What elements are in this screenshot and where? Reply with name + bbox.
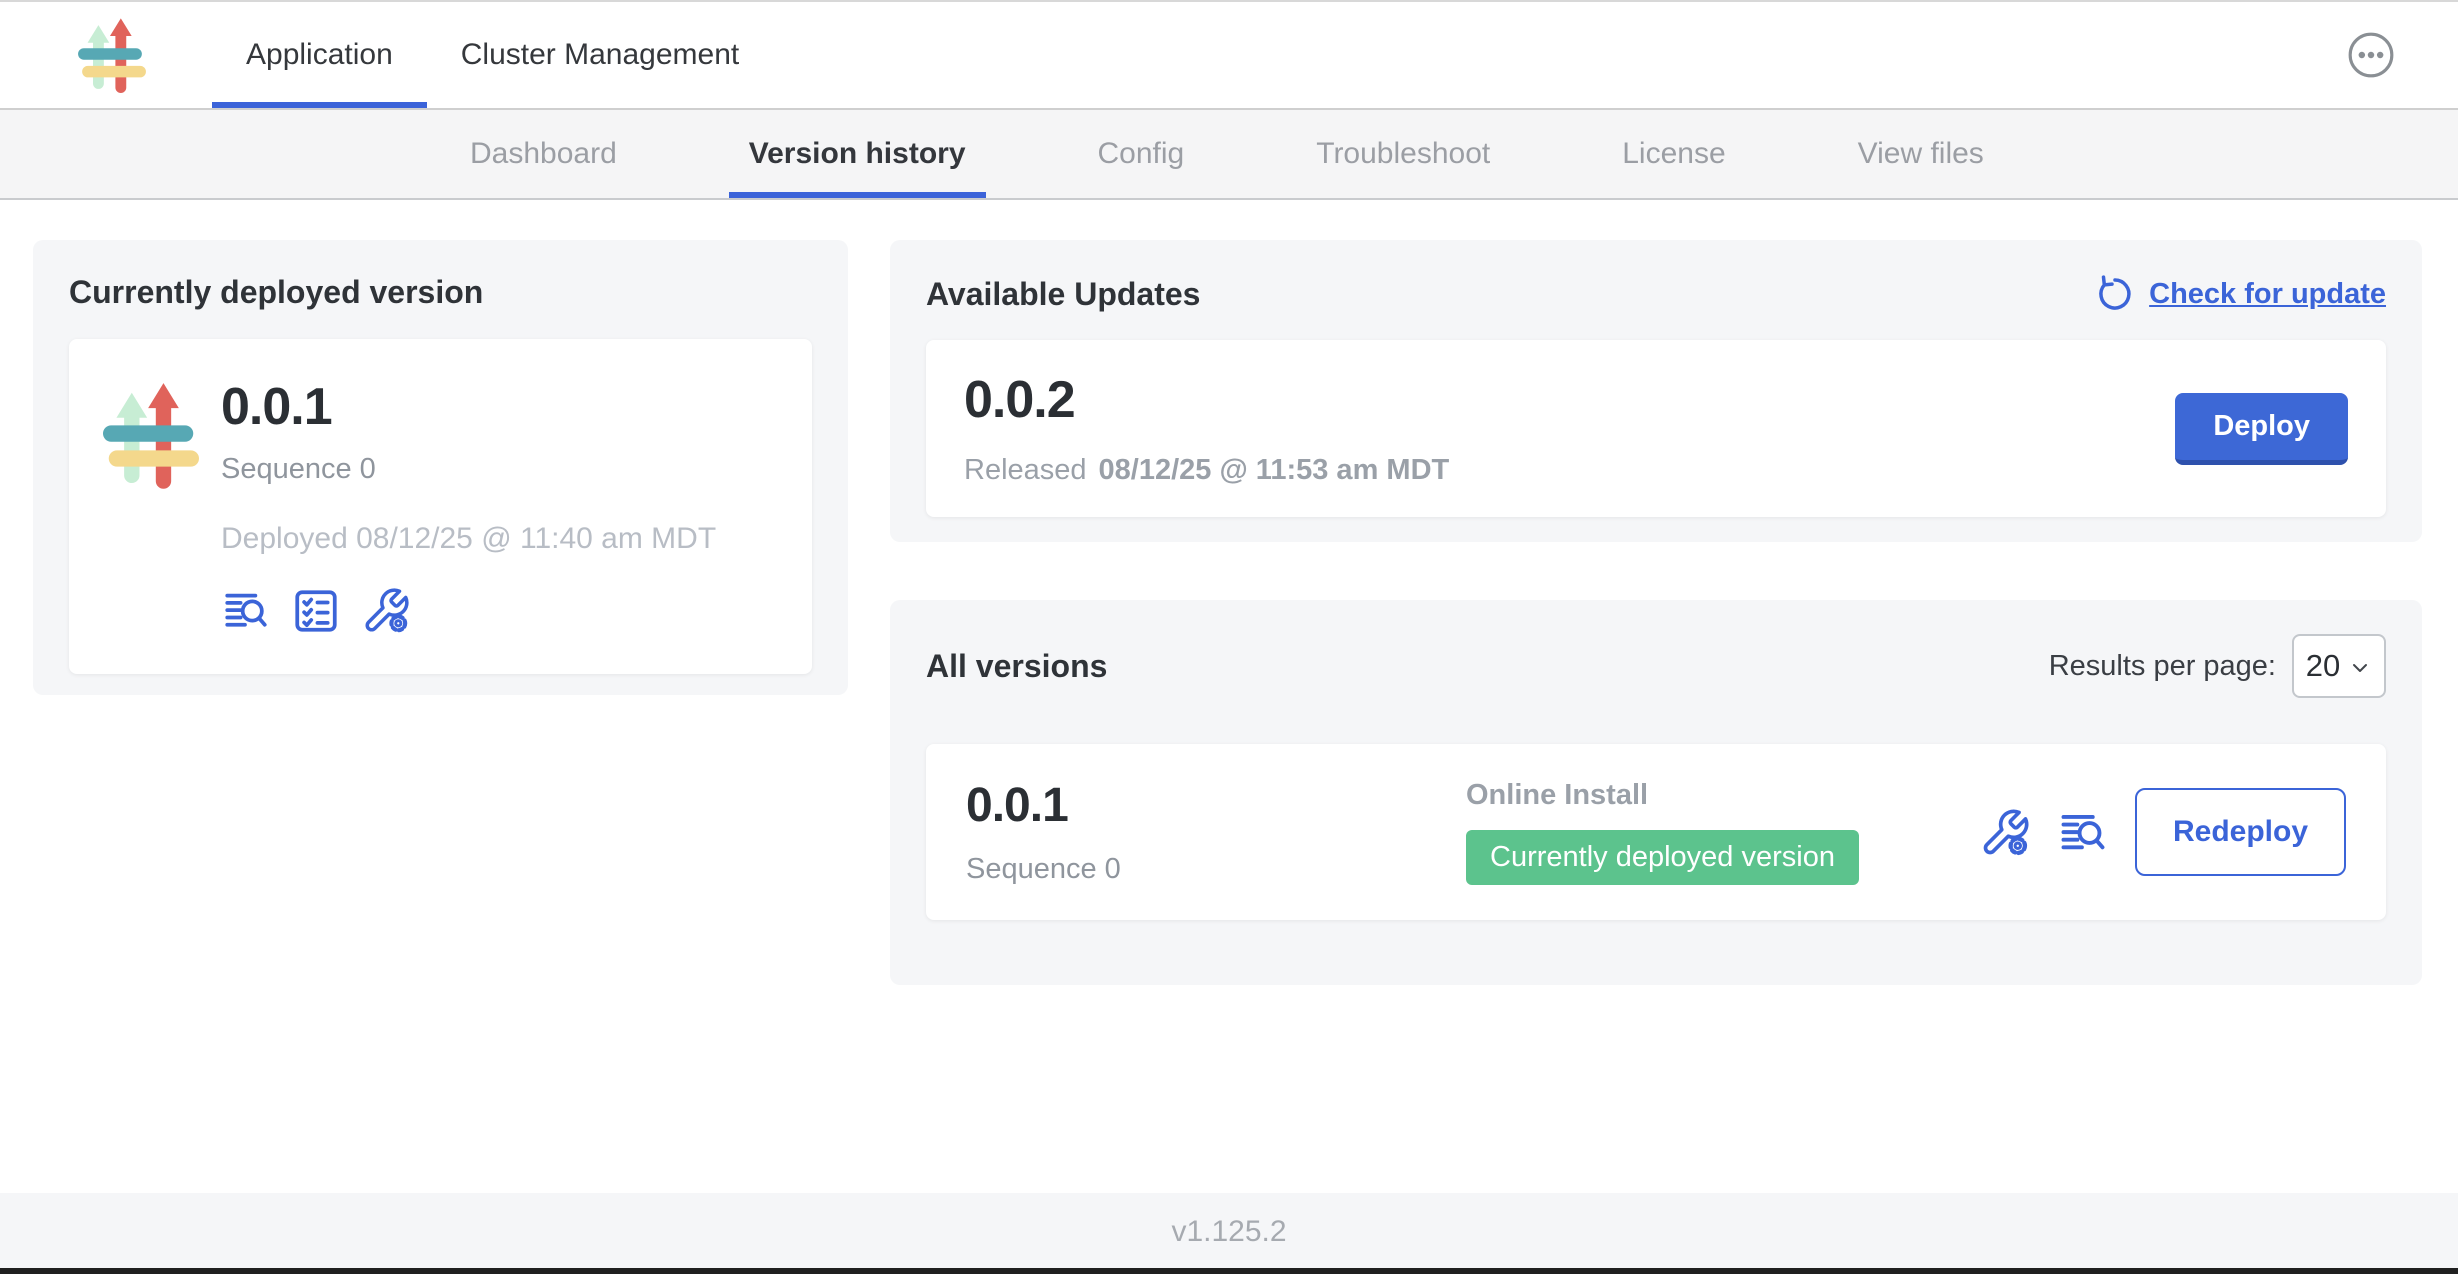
deployed-sequence: Sequence 0 [221, 453, 716, 486]
tab-cluster-management[interactable]: Cluster Management [427, 2, 773, 108]
tab-dashboard-label: Dashboard [470, 137, 617, 171]
tab-view-files-label: View files [1858, 137, 1984, 171]
all-versions-panel: All versions Results per page: 20 [890, 600, 2422, 985]
check-for-update-link[interactable]: Check for update [2095, 274, 2386, 314]
config-icon[interactable] [361, 586, 411, 636]
preflight-checks-icon[interactable] [291, 586, 341, 636]
tab-cluster-management-label: Cluster Management [461, 38, 739, 72]
update-version-number: 0.0.2 [964, 370, 1449, 430]
tab-dashboard[interactable]: Dashboard [450, 110, 637, 198]
ellipsis-menu-icon[interactable] [2346, 30, 2396, 80]
refresh-icon [2095, 274, 2135, 314]
released-date: 08/12/25 @ 11:53 am MDT [1099, 454, 1450, 487]
row-sequence: Sequence 0 [966, 853, 1466, 886]
deployed-version-number: 0.0.1 [221, 377, 716, 437]
tab-troubleshoot[interactable]: Troubleshoot [1296, 110, 1510, 198]
update-released-line: Released 08/12/25 @ 11:53 am MDT [964, 454, 1449, 487]
app-sub-nav: Dashboard Version history Config Trouble… [0, 110, 2458, 200]
deployed-version-actions [221, 586, 716, 636]
version-row: 0.0.1 Sequence 0 Online Install Currentl… [926, 744, 2386, 920]
tab-config-label: Config [1098, 137, 1185, 171]
config-icon[interactable] [1979, 807, 2029, 857]
results-per-page-label: Results per page: [2049, 650, 2276, 683]
console-version: v1.125.2 [1171, 1215, 1286, 1249]
console-footer: v1.125.2 [0, 1193, 2458, 1270]
currently-deployed-card: 0.0.1 Sequence 0 Deployed 08/12/25 @ 11:… [69, 339, 812, 674]
app-logo-icon [70, 17, 154, 93]
version-history-page: Application Cluster Management Dashboard… [0, 0, 2458, 1274]
chevron-down-icon [2348, 656, 2372, 680]
tab-view-files[interactable]: View files [1838, 110, 2004, 198]
redeploy-button[interactable]: Redeploy [2135, 788, 2346, 876]
tab-license-label: License [1622, 137, 1725, 171]
results-per-page: Results per page: 20 [2049, 634, 2386, 698]
row-version-number: 0.0.1 [966, 778, 1466, 833]
available-updates-panel: Available Updates Check for update 0.0.2 [890, 240, 2422, 542]
all-versions-title: All versions [926, 648, 1107, 685]
currently-deployed-title: Currently deployed version [69, 274, 812, 311]
topnav-spacer [773, 2, 2346, 108]
app-logo-icon [103, 381, 199, 489]
row-install-type: Online Install [1466, 779, 1979, 812]
released-prefix: Released [964, 454, 1087, 487]
available-updates-title: Available Updates [926, 276, 1200, 313]
tab-application-label: Application [246, 38, 393, 72]
tab-config[interactable]: Config [1078, 110, 1205, 198]
row-actions: Redeploy [1979, 788, 2346, 876]
results-per-page-value: 20 [2306, 648, 2340, 684]
update-row: 0.0.2 Released 08/12/25 @ 11:53 am MDT D… [926, 340, 2386, 517]
release-notes-icon[interactable] [221, 586, 271, 636]
tab-version-history[interactable]: Version history [729, 110, 986, 198]
results-per-page-select[interactable]: 20 [2292, 634, 2386, 698]
tab-version-history-label: Version history [749, 137, 966, 171]
currently-deployed-panel: Currently deployed version 0.0.1 Sequenc… [33, 240, 848, 695]
release-notes-icon[interactable] [2057, 807, 2107, 857]
deploy-button[interactable]: Deploy [2175, 393, 2348, 465]
main-content: Currently deployed version 0.0.1 Sequenc… [0, 200, 2458, 1191]
tab-troubleshoot-label: Troubleshoot [1316, 137, 1490, 171]
top-nav: Application Cluster Management [0, 2, 2458, 110]
deployed-timestamp: Deployed 08/12/25 @ 11:40 am MDT [221, 522, 716, 556]
bottom-edge-strip [0, 1268, 2458, 1274]
check-for-update-label: Check for update [2149, 278, 2386, 311]
currently-deployed-badge: Currently deployed version [1466, 830, 1859, 885]
tab-application[interactable]: Application [212, 2, 427, 108]
tab-license[interactable]: License [1602, 110, 1745, 198]
